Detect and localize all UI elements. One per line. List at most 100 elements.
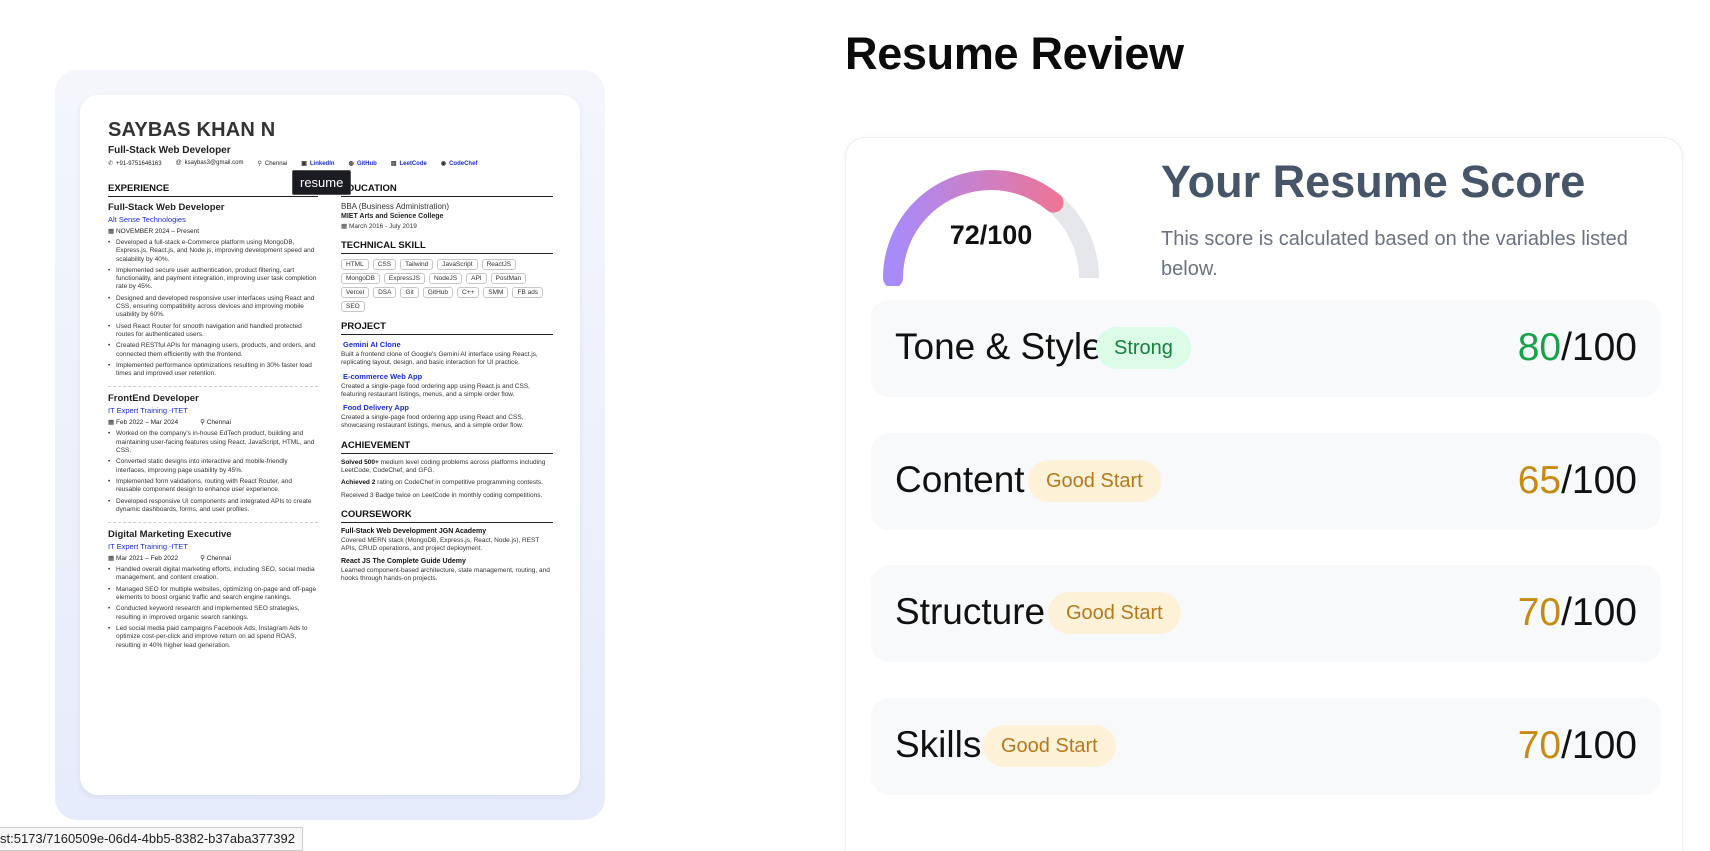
job-bullet: Developed responsive UI components and i…: [108, 498, 318, 515]
job-bullet: Developed a full-stack e-Commerce platfo…: [108, 239, 318, 264]
phone-icon: ✆: [108, 161, 114, 167]
status-bar-url: st:5173/7160509e-06d4-4bb5-8382-b37aba37…: [0, 827, 303, 851]
project-title[interactable]: E-commerce Web App: [343, 372, 553, 381]
job-bullet: Led social media paid campaigns Facebook…: [108, 625, 318, 650]
linkedin-icon: ▣: [301, 161, 307, 167]
job-date: ▦ Feb 2022 – Mar 2024: [108, 418, 178, 426]
achievement-text: Received 3 Badge twice on LeetCode in mo…: [341, 491, 543, 499]
achievement-item: Achieved 2 rating on CodeChef in competi…: [341, 479, 553, 487]
education-school: MIET Arts and Science College: [341, 213, 444, 220]
score-heading: Your Resume Score: [1161, 156, 1586, 207]
category-score-max: /100: [1561, 326, 1637, 369]
category-badge: Good Start: [1048, 592, 1181, 634]
category-row-structure[interactable]: Structure Good Start 70/100: [871, 565, 1661, 662]
project-desc: Created a single-page food ordering app …: [341, 382, 530, 398]
score-panel: 72/100 Your Resume Score This score is c…: [845, 137, 1683, 851]
job-bullets: Worked on the company's in-house EdTech …: [108, 430, 318, 514]
job-company[interactable]: IT Expert Training -ITET: [108, 406, 318, 415]
pin-icon: ⚲: [257, 161, 262, 167]
category-score-value: 70: [1517, 724, 1562, 767]
achievement-highlight: Achieved 2: [341, 479, 376, 487]
category-score: 80/100: [1518, 326, 1637, 370]
achievement-highlight: Solved 500+: [341, 458, 379, 466]
calendar-icon: ▦: [108, 228, 116, 235]
skill-tag: API: [466, 273, 487, 284]
job-location-text: Chennai: [206, 555, 231, 563]
project-title[interactable]: Gemini AI Clone: [343, 340, 553, 349]
resume-preview-card: SAYBAS KHAN N Full-Stack Web Developer ✆…: [55, 70, 605, 820]
achievement-item: Solved 500+ medium level coding problems…: [341, 459, 553, 476]
coursework-desc: Covered MERN stack (MongoDB, Express.js,…: [341, 536, 540, 553]
section-heading-experience: EXPERIENCE: [108, 183, 318, 197]
coursework-title: Full-Stack Web Development JGN Academy: [341, 527, 487, 535]
category-row-skills[interactable]: Skills Good Start 70/100: [871, 698, 1661, 795]
project-desc: Built a frontend clone of Google's Gemin…: [341, 351, 538, 367]
skill-tag: C++: [457, 287, 480, 298]
category-row-content[interactable]: Content Good Start 65/100: [871, 433, 1661, 530]
calendar-icon: ▦: [108, 419, 116, 427]
category-score-value: 80: [1517, 326, 1562, 369]
section-heading-coursework: COURSEWORK: [341, 509, 553, 523]
github-icon: ◍: [348, 161, 354, 167]
skill-tags: HTML CSS Tailwind JavaScript ReactJS MongoDB E…: [341, 259, 553, 312]
resume-left-column: EXPERIENCE Full-Stack Web Developer Alt S…: [108, 183, 318, 653]
job-bullet: Worked on the company's in-house EdTech …: [108, 430, 318, 455]
contact-codechef[interactable]: ◉ CodeChef: [441, 160, 478, 167]
category-row-tone-style[interactable]: Tone & Style Strong 80/100: [871, 300, 1661, 397]
job-company[interactable]: Alt Sense Technologies: [108, 215, 318, 224]
category-name: Structure: [895, 591, 1046, 632]
job-bullet: Created RESTful APIs for managing users,…: [108, 342, 318, 359]
job-date: ▦ NOVEMBER 2024 – Present: [108, 227, 199, 235]
job-bullet: Used React Router for smooth navigation …: [108, 323, 318, 340]
job-company[interactable]: IT Expert Training -ITET: [108, 542, 318, 551]
category-score-max: /100: [1561, 459, 1637, 502]
category-badge: Strong: [1096, 327, 1191, 369]
job-bullet: Implemented performance optimizations re…: [108, 362, 318, 379]
contact-location: ⚲ Chennai: [257, 161, 288, 167]
skill-tag: MongoDB: [341, 273, 380, 284]
resume-contacts: ✆ +91-9751646163 @ ksaybas3@gmail.com ⚲ Che…: [108, 160, 477, 167]
category-badge: Good Start: [983, 725, 1116, 767]
skill-tag: NodeJS: [428, 273, 463, 284]
job-separator: [108, 386, 318, 388]
coursework-title: React JS The Complete Guide Udemy: [341, 557, 466, 565]
experience-list: Full-Stack Web Developer Alt Sense Techno…: [108, 202, 318, 650]
section-heading-education: EDUCATION: [341, 183, 553, 197]
category-score: 70/100: [1518, 591, 1637, 635]
job-separator: [108, 522, 318, 524]
job-bullets: Developed a full-stack e-Commerce platfo…: [108, 239, 318, 378]
category-score-max: /100: [1561, 591, 1637, 634]
coursework-desc: Learned component-based architecture, st…: [341, 566, 550, 582]
job-bullet: Implemented form validations, routing wi…: [108, 478, 318, 495]
job-meta: ▦ NOVEMBER 2024 – Present: [108, 227, 318, 235]
calendar-icon: ▦: [341, 223, 349, 230]
contact-linkedin[interactable]: ▣ LinkedIn: [301, 160, 334, 167]
job-location-text: Chennai: [206, 419, 231, 427]
job-meta: ▦ Feb 2022 – Mar 2024 ⚲ Chennai: [108, 418, 318, 426]
achievement-list: Solved 500+ medium level coding problems…: [341, 459, 553, 500]
skill-tag: SMM: [483, 287, 509, 298]
skill-tag: ExpressJS: [383, 273, 425, 284]
contact-github[interactable]: ◍ GitHub: [349, 160, 377, 167]
contact-leetcode[interactable]: ▤ LeetCode: [391, 160, 427, 167]
project-list: Gemini AI Clone Built a frontend clone of…: [341, 340, 553, 431]
project-desc: Created a single-page food ordering app …: [341, 414, 524, 430]
category-name: Skills: [895, 724, 982, 765]
achievement-item: Received 3 Badge twice on LeetCode in mo…: [341, 492, 553, 500]
contact-email: @ ksaybas3@gmail.com: [175, 160, 244, 166]
resume-page[interactable]: SAYBAS KHAN N Full-Stack Web Developer ✆…: [80, 95, 580, 795]
job-bullet: Managed SEO for multiple websites, optim…: [108, 586, 318, 603]
category-score: 65/100: [1518, 459, 1637, 503]
section-heading-skills: TECHNICAL SKILL: [341, 240, 553, 254]
category-name: Content: [895, 459, 1025, 500]
skill-tag: CSS: [372, 259, 397, 270]
resume-right-column: EDUCATION BBA (Business Administration) …: [341, 183, 553, 583]
section-heading-achievement: ACHIEVEMENT: [341, 440, 553, 454]
project-title[interactable]: Food Delivery App: [343, 403, 553, 412]
job-bullets: Handled overall digital marketing effort…: [108, 566, 318, 650]
skill-tag: Vercel: [341, 287, 370, 298]
job-title: Digital Marketing Executive: [108, 529, 232, 541]
category-name: Tone & Style: [895, 326, 1103, 367]
pin-icon: ⚲: [200, 419, 207, 427]
achievement-text: rating on CodeChef in competitive progra…: [375, 479, 543, 487]
